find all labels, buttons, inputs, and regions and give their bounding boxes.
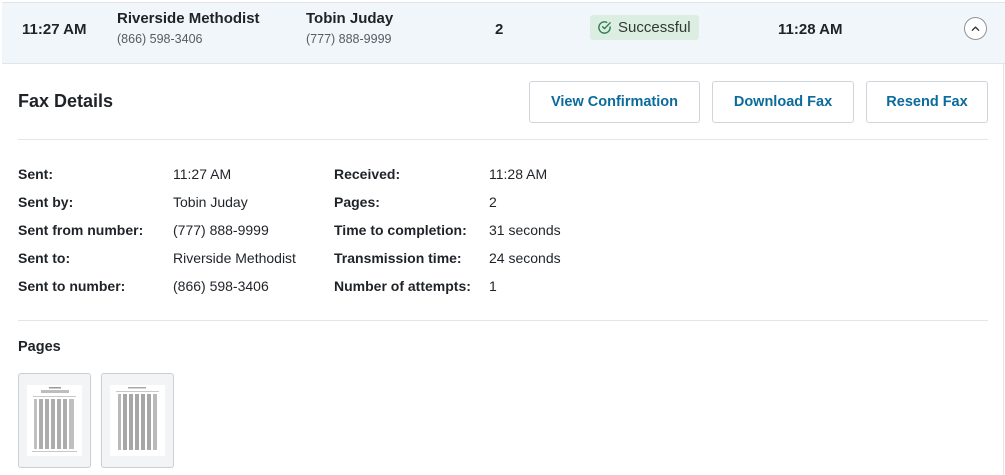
- sender-name: Tobin Juday: [306, 10, 394, 27]
- recipient-name: Riverside Methodist: [117, 10, 260, 27]
- check-circle-icon: [598, 21, 611, 34]
- time-to-completion-label: Time to completion:: [334, 222, 467, 238]
- chevron-up-icon: [971, 26, 980, 31]
- sent-from-number-label: Sent from number:: [18, 222, 144, 238]
- download-fax-button[interactable]: Download Fax: [712, 81, 854, 123]
- pages-heading: Pages: [18, 339, 61, 355]
- recipient-phone: (866) 598-3406: [117, 32, 203, 46]
- fax-summary-row[interactable]: 11:27 AM Riverside Methodist (866) 598-3…: [2, 2, 1005, 64]
- sent-by-label: Sent by:: [18, 194, 74, 210]
- page-thumbnail-1[interactable]: [18, 373, 91, 468]
- received-value: 11:28 AM: [489, 166, 548, 182]
- time-to-completion-value: 31 seconds: [489, 222, 561, 238]
- completed-time: 11:28 AM: [778, 21, 843, 38]
- fax-details-title: Fax Details: [18, 91, 114, 111]
- divider: [18, 139, 988, 140]
- sent-by-value: Tobin Juday: [173, 194, 248, 210]
- sent-value: 11:27 AM: [173, 166, 232, 182]
- pages-value: 2: [489, 194, 497, 210]
- page-preview-1: [27, 385, 82, 456]
- sent-to-number-label: Sent to number:: [18, 278, 126, 294]
- collapse-button[interactable]: [964, 17, 987, 40]
- page-preview-2: [110, 385, 165, 456]
- view-confirmation-button[interactable]: View Confirmation: [529, 81, 700, 123]
- sent-label: Sent:: [18, 166, 53, 182]
- status-badge: Successful: [590, 15, 699, 40]
- status-label: Successful: [618, 19, 691, 36]
- panel-border: [1003, 64, 1004, 475]
- recipient: Riverside Methodist (866) 598-3406: [117, 10, 260, 46]
- sender: Tobin Juday (777) 888-9999: [306, 10, 393, 46]
- page-count: 2: [495, 21, 504, 38]
- transmission-time-label: Transmission time:: [334, 250, 462, 266]
- sent-to-value: Riverside Methodist: [173, 250, 296, 266]
- number-of-attempts-label: Number of attempts:: [334, 278, 471, 294]
- number-of-attempts-value: 1: [489, 278, 497, 294]
- transmission-time-value: 24 seconds: [489, 250, 561, 266]
- divider: [18, 320, 988, 321]
- sender-phone: (777) 888-9999: [306, 32, 392, 46]
- page-thumbnail-2[interactable]: [101, 373, 174, 468]
- sent-time: 11:27 AM: [22, 21, 87, 38]
- sent-to-number-value: (866) 598-3406: [173, 278, 269, 294]
- sent-from-number-value: (777) 888-9999: [173, 222, 269, 238]
- received-label: Received:: [334, 166, 401, 182]
- sent-to-label: Sent to:: [18, 250, 71, 266]
- resend-fax-button[interactable]: Resend Fax: [866, 81, 988, 123]
- pages-label: Pages:: [334, 194, 380, 210]
